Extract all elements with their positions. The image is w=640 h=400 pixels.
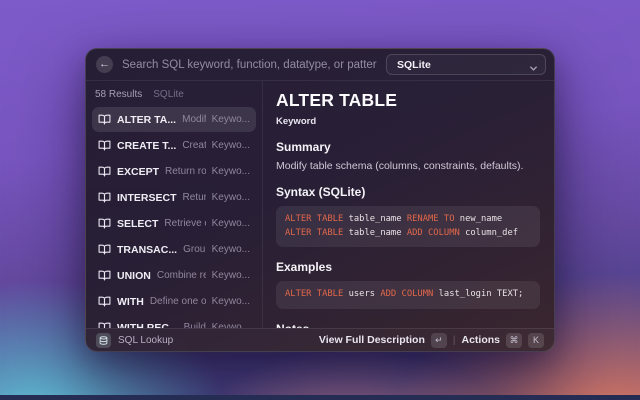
results-pane: 58 Results SQLite ALTER TA... Modify ta..… (86, 81, 263, 328)
book-open-icon (98, 295, 111, 308)
book-open-icon (98, 191, 111, 204)
examples-code-block: ALTER TABLE users ADD COLUMN last_login … (276, 281, 540, 309)
book-open-icon (98, 269, 111, 282)
book-open-icon (98, 243, 111, 256)
screen-edge-strip (0, 395, 640, 400)
result-row[interactable]: ALTER TA... Modify ta... Keywo... (92, 107, 256, 132)
result-title: CREATE T... (117, 140, 176, 152)
result-subtitle: Define one or m... (150, 296, 206, 307)
result-row[interactable]: UNION Combine resul... Keywo... (92, 263, 256, 288)
back-button[interactable]: ← (96, 56, 113, 73)
examples-heading: Examples (276, 260, 540, 274)
status-bar: SQL Lookup View Full Description ↵ | Act… (86, 328, 554, 351)
summary-section: Summary Modify table schema (columns, co… (276, 140, 540, 172)
result-title: INTERSECT (117, 192, 177, 204)
results-header: 58 Results SQLite (92, 87, 256, 107)
book-open-icon (98, 139, 111, 152)
app-name: SQL Lookup (118, 335, 173, 346)
view-full-description-button[interactable]: View Full Description (319, 334, 425, 346)
book-open-icon (98, 321, 111, 328)
result-type: Keywo... (212, 296, 250, 307)
result-type: Keywo... (212, 218, 250, 229)
actions-separator: | (453, 335, 456, 346)
result-row[interactable]: SELECT Retrieve colu... Keywo... (92, 211, 256, 236)
sql-lookup-window: ← SQLite 58 Results SQLite ALTER T (85, 48, 555, 352)
code-line: ALTER TABLE table_name RENAME TO new_nam… (285, 213, 531, 227)
result-row[interactable]: INTERSECT Return ro... Keywo... (92, 185, 256, 210)
return-key-badge: ↵ (431, 333, 447, 348)
search-bar: ← SQLite (86, 49, 554, 81)
result-title: TRANSAC... (117, 244, 177, 256)
syntax-code-block: ALTER TABLE table_name RENAME TO new_nam… (276, 206, 540, 247)
main-content: 58 Results SQLite ALTER TA... Modify ta..… (86, 81, 554, 328)
book-open-icon (98, 217, 111, 230)
results-scope: SQLite (153, 89, 184, 100)
detail-type-badge: Keyword (276, 116, 540, 127)
result-title: SELECT (117, 218, 158, 230)
actions-button[interactable]: Actions (461, 334, 500, 346)
result-type: Keywo... (212, 270, 250, 281)
dialect-dropdown-value: SQLite (397, 59, 431, 71)
result-row[interactable]: WITH Define one or m... Keywo... (92, 289, 256, 314)
result-subtitle: Group st... (183, 244, 206, 255)
results-count: 58 Results (95, 89, 142, 100)
syntax-section: Syntax (SQLite) ALTER TABLE table_name R… (276, 185, 540, 247)
arrow-left-icon: ← (99, 59, 110, 70)
syntax-heading: Syntax (SQLite) (276, 185, 540, 199)
result-title: ALTER TA... (117, 114, 176, 126)
result-subtitle: Return ro... (183, 192, 206, 203)
dialect-dropdown[interactable]: SQLite (386, 54, 546, 75)
result-type: Keywo... (212, 166, 250, 177)
result-type: Keywo... (212, 192, 250, 203)
result-row[interactable]: CREATE T... Create a... Keywo... (92, 133, 256, 158)
result-subtitle: Create a... (182, 140, 205, 151)
desktop-background: ← SQLite 58 Results SQLite ALTER T (0, 0, 640, 400)
app-badge (96, 333, 111, 348)
summary-text: Modify table schema (columns, constraint… (276, 160, 540, 172)
result-title: WITH (117, 296, 144, 308)
summary-heading: Summary (276, 140, 540, 154)
result-type: Keywo... (212, 140, 250, 151)
book-open-icon (98, 113, 111, 126)
book-open-icon (98, 165, 111, 178)
result-type: Keywo... (212, 114, 250, 125)
command-key-badge: ⌘ (506, 333, 522, 348)
result-subtitle: Retrieve colu... (164, 218, 205, 229)
result-row[interactable]: WITH REC...Build rec...Keywo... (92, 315, 256, 328)
code-line: ALTER TABLE users ADD COLUMN last_login … (285, 288, 531, 302)
detail-pane[interactable]: ALTER TABLE Keyword Summary Modify table… (263, 81, 554, 328)
database-icon (99, 336, 108, 345)
result-type: Keywo... (212, 244, 250, 255)
results-list: ALTER TA...Modify ta...Keywo...CREATE T.… (92, 107, 256, 328)
examples-section: Examples ALTER TABLE users ADD COLUMN la… (276, 260, 540, 309)
search-input[interactable] (122, 59, 377, 71)
result-subtitle: Combine resul... (157, 270, 206, 281)
k-key-badge: K (528, 333, 544, 348)
detail-title: ALTER TABLE (276, 90, 540, 111)
status-actions: View Full Description ↵ | Actions ⌘ K (319, 333, 544, 348)
result-row[interactable]: TRANSAC... Group st... Keywo... (92, 237, 256, 262)
result-title: EXCEPT (117, 166, 159, 178)
result-title: UNION (117, 270, 151, 282)
result-subtitle: Return rows f... (165, 166, 206, 177)
code-line: ALTER TABLE table_name ADD COLUMN column… (285, 227, 531, 241)
result-subtitle: Modify ta... (182, 114, 206, 125)
chevron-down-icon (529, 60, 538, 69)
result-row[interactable]: EXCEPT Return rows f... Keywo... (92, 159, 256, 184)
